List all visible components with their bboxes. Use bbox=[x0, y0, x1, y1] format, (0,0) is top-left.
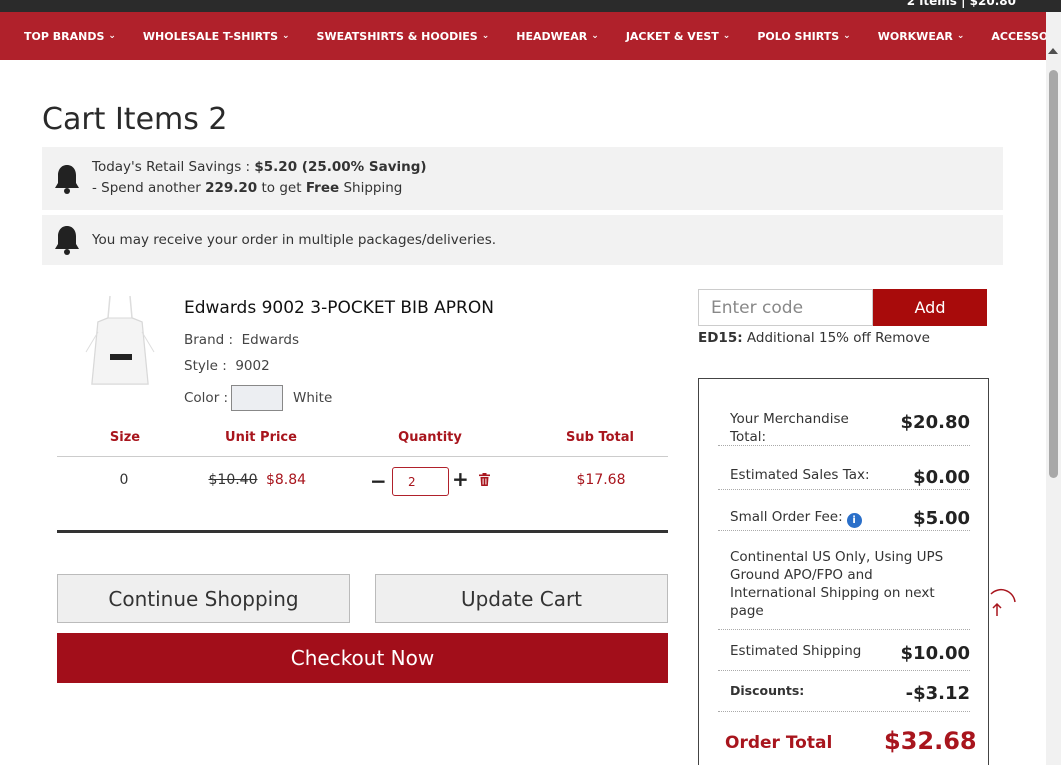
remove-promo-link[interactable]: Remove bbox=[875, 330, 930, 346]
summary-shipping-row: Estimated Shipping $10.00 bbox=[718, 635, 970, 671]
page-title: Cart Items 2 bbox=[42, 102, 228, 137]
scroll-up-arrow-icon[interactable] bbox=[1048, 48, 1058, 54]
promo-code-input[interactable]: Enter code bbox=[698, 289, 873, 326]
packages-text: You may receive your order in multiple p… bbox=[92, 231, 497, 248]
product-style: Style : 9002 bbox=[184, 358, 270, 374]
nav-sweatshirts-hoodies[interactable]: SWEATSHIRTS & HOODIES ⌄ bbox=[317, 30, 490, 43]
quantity-increase-button[interactable]: + bbox=[452, 467, 469, 491]
small-order-fee: $5.00 bbox=[913, 508, 970, 529]
summary-discount-row: Discounts: -$3.12 bbox=[718, 676, 970, 712]
trash-icon[interactable] bbox=[479, 473, 490, 486]
top-strip: 2 items | $20.80 bbox=[0, 0, 1061, 12]
chevron-down-icon: ⌄ bbox=[108, 31, 116, 41]
nav-wholesale-tshirts[interactable]: WHOLESALE T-SHIRTS ⌄ bbox=[143, 30, 290, 43]
estimated-shipping: $10.00 bbox=[900, 643, 970, 664]
savings-amount: $5.20 (25.00% Saving) bbox=[254, 159, 427, 175]
shipping-note-row: Continental US Only, Using UPS Ground AP… bbox=[718, 540, 970, 630]
cell-old-price: $10.40 bbox=[208, 472, 258, 488]
scrollbar-thumb[interactable] bbox=[1049, 70, 1058, 478]
table-divider bbox=[57, 456, 668, 457]
summary-tax-row: Estimated Sales Tax: $0.00 bbox=[718, 457, 970, 490]
packages-notice: You may receive your order in multiple p… bbox=[42, 215, 1003, 265]
color-swatch bbox=[231, 385, 283, 411]
chevron-down-icon: ⌄ bbox=[956, 31, 965, 41]
bell-icon bbox=[55, 164, 79, 194]
savings-notice: Today's Retail Savings : $5.20 (25.00% S… bbox=[42, 147, 1003, 210]
order-total: $32.68 bbox=[884, 727, 977, 755]
nav-polo-shirts[interactable]: POLO SHIRTS ⌄ bbox=[757, 30, 850, 43]
order-summary: Your Merchandise Total: $20.80 Estimated… bbox=[698, 378, 989, 765]
sales-tax: $0.00 bbox=[913, 467, 970, 488]
quantity-input[interactable] bbox=[392, 467, 449, 496]
mini-cart-summary[interactable]: 2 items | $20.80 bbox=[907, 0, 1016, 8]
chevron-down-icon: ⌄ bbox=[722, 31, 731, 41]
product-color: White bbox=[293, 390, 333, 406]
col-size: Size bbox=[109, 430, 141, 445]
cell-size: 0 bbox=[119, 472, 129, 488]
applied-promo: ED15: Additional 15% off Remove bbox=[698, 330, 930, 346]
cell-subtotal: $17.68 bbox=[576, 472, 626, 488]
order-total-label: Order Total bbox=[725, 733, 833, 753]
col-quantity: Quantity bbox=[398, 430, 462, 445]
savings-label: Today's Retail Savings : bbox=[92, 159, 255, 175]
chevron-down-icon: ⌄ bbox=[843, 31, 851, 41]
chevron-down-icon: ⌄ bbox=[591, 31, 599, 41]
continue-shopping-button[interactable]: Continue Shopping bbox=[57, 574, 350, 623]
col-unit-price: Unit Price bbox=[225, 430, 297, 445]
discounts: -$3.12 bbox=[905, 683, 970, 704]
chevron-down-icon: ⌄ bbox=[481, 31, 490, 41]
free-shipping-remaining: 229.20 bbox=[205, 180, 258, 196]
info-icon[interactable]: i bbox=[846, 513, 862, 528]
merchandise-total: $20.80 bbox=[900, 412, 970, 433]
quantity-decrease-button[interactable]: − bbox=[370, 469, 387, 493]
summary-fee-row: Small Order Fee: i $5.00 bbox=[718, 498, 970, 531]
cart-divider bbox=[57, 530, 668, 533]
scroll-to-top-icon[interactable] bbox=[987, 588, 1019, 620]
product-brand: Brand : Edwards bbox=[184, 332, 299, 348]
product-color-label: Color : bbox=[184, 390, 229, 406]
nav-accessories[interactable]: ACCESSORIES⌄ bbox=[991, 30, 1046, 43]
bell-icon bbox=[55, 226, 79, 255]
product-image[interactable] bbox=[84, 292, 156, 388]
chevron-down-icon: ⌄ bbox=[282, 31, 290, 41]
checkout-button[interactable]: Checkout Now bbox=[57, 633, 668, 683]
summary-merchandise-row: Your Merchandise Total: $20.80 bbox=[718, 403, 970, 446]
update-cart-button[interactable]: Update Cart bbox=[375, 574, 668, 623]
nav-jacket-vest[interactable]: JACKET & VEST ⌄ bbox=[626, 30, 730, 43]
product-name[interactable]: Edwards 9002 3-POCKET BIB APRON bbox=[184, 298, 494, 318]
col-subtotal: Sub Total bbox=[566, 430, 634, 445]
promo-add-button[interactable]: Add bbox=[873, 289, 987, 326]
nav-workwear[interactable]: WORKWEAR ⌄ bbox=[878, 30, 965, 43]
cell-price: $8.84 bbox=[265, 472, 307, 488]
nav-headwear[interactable]: HEADWEAR ⌄ bbox=[516, 30, 599, 43]
main-nav: TOP BRANDS ⌄ WHOLESALE T-SHIRTS ⌄ SWEATSHI… bbox=[0, 12, 1046, 60]
nav-top-brands[interactable]: TOP BRANDS ⌄ bbox=[24, 30, 116, 43]
